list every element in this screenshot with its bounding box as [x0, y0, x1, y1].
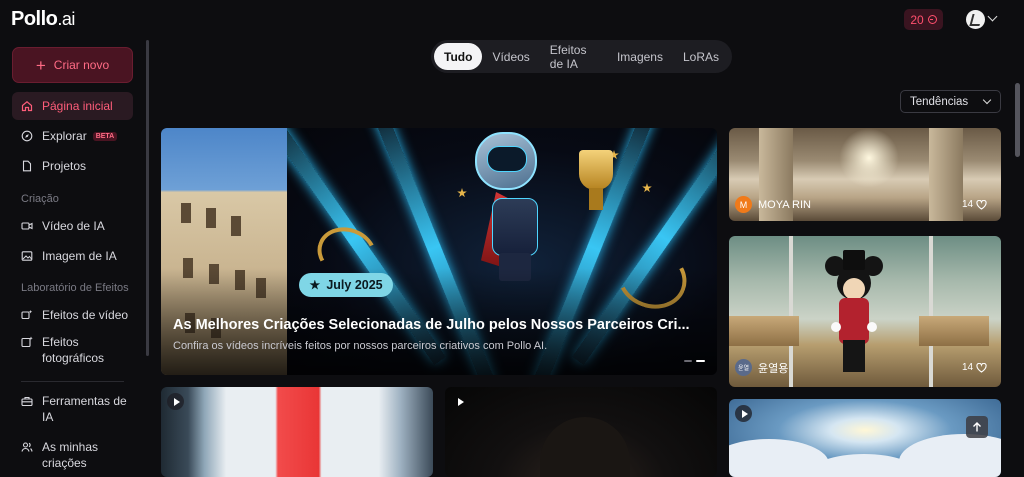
heart-icon [976, 362, 987, 373]
create-new-button[interactable]: + Criar novo [12, 47, 133, 83]
play-icon [735, 405, 752, 422]
sidebar-item-label: As minhas criações [42, 440, 99, 470]
sidebar-item-projects[interactable]: Projetos [12, 152, 133, 180]
star-icon [309, 279, 321, 290]
app-root: Pollo.ai 20 + Criar novo Página inicial … [0, 0, 1024, 477]
sidebar-divider [21, 381, 124, 382]
tab-loras[interactable]: LoRAs [673, 43, 729, 70]
hero-title[interactable]: As Melhores Criações Selecionadas de Jul… [173, 317, 709, 333]
toolbox-icon [21, 395, 33, 407]
feed-card[interactable] [161, 387, 433, 477]
content-type-tabs: Tudo Vídeos Efeitos de IA Imagens LoRAs [431, 40, 732, 73]
author-avatar: 윤열 [735, 359, 752, 376]
sort-dropdown[interactable]: Tendências [900, 90, 1001, 113]
sidebar-item-label: Efeitos fotográficos [42, 335, 105, 365]
arrow-up-icon [973, 422, 981, 432]
section-label-creation: Criação [21, 193, 59, 205]
sidebar-item-label: Imagem de IA [42, 249, 117, 263]
sidebar-scrollbar[interactable] [146, 40, 149, 356]
sort-dropdown-label: Tendências [910, 95, 969, 108]
video-camera-icon [21, 220, 33, 232]
sidebar-item-home[interactable]: Página inicial [12, 92, 133, 120]
card-author[interactable]: 윤열 윤열용 [735, 359, 788, 376]
play-icon [167, 393, 184, 410]
tab-images[interactable]: Imagens [607, 43, 673, 70]
sidebar-item-ai-video[interactable]: Vídeo de IA [12, 212, 133, 240]
feed-card[interactable] [445, 387, 717, 477]
tab-all[interactable]: Tudo [434, 43, 483, 70]
chevron-down-icon [982, 95, 992, 105]
sidebar-item-label: Ferramentas de IA [42, 394, 127, 424]
carousel-indicator[interactable] [684, 360, 706, 363]
credits-count: 20 [910, 12, 924, 27]
file-icon [21, 160, 33, 172]
section-label-effects-lab: Laboratório de Efeitos [21, 282, 129, 294]
sidebar-item-label: Projetos [42, 159, 87, 173]
sidebar-item-video-effects[interactable]: Efeitos de vídeo [12, 301, 133, 329]
credits-button[interactable]: 20 [904, 9, 943, 30]
like-button[interactable]: 14 [962, 362, 987, 373]
sidebar-item-photo-effects[interactable]: Efeitos fotográficos [12, 331, 133, 369]
main-scrollbar[interactable] [1015, 83, 1020, 157]
hero-date-label: July 2025 [326, 278, 383, 292]
hero-banner[interactable] [161, 128, 717, 375]
hero-subtitle: Confira os vídeos incríveis feitos por n… [173, 340, 548, 352]
beta-badge: BETA [92, 131, 118, 141]
feed-card[interactable]: M MOYA RIN 14 [729, 128, 1001, 221]
sidebar-item-label: Efeitos de vídeo [42, 308, 129, 322]
tab-videos[interactable]: Vídeos [482, 43, 539, 70]
feed-card[interactable] [729, 399, 1001, 477]
sidebar: + Criar novo Página inicial Explorar BET… [0, 40, 150, 477]
logo-text: Pollo [11, 8, 58, 30]
scroll-to-top-button[interactable] [966, 416, 988, 438]
coin-icon [927, 15, 937, 24]
like-button[interactable]: 14 [962, 199, 987, 210]
sidebar-item-label: Vídeo de IA [42, 219, 105, 233]
chevron-down-icon[interactable] [987, 11, 998, 22]
card-author[interactable]: M MOYA RIN [735, 196, 811, 213]
heart-icon [976, 199, 987, 210]
sidebar-item-explore[interactable]: Explorar BETA [12, 122, 133, 150]
sparkle-image-icon [21, 336, 33, 348]
feed-card[interactable]: 윤열 윤열용 14 [729, 236, 1001, 387]
author-name: MOYA RIN [758, 198, 811, 211]
sidebar-item-label: Página inicial [42, 99, 113, 113]
user-avatar[interactable] [966, 10, 985, 29]
sidebar-item-my-creations[interactable]: As minhas criações [12, 436, 133, 474]
author-avatar: M [735, 196, 752, 213]
create-new-label: Criar novo [53, 58, 110, 72]
sidebar-item-ai-tools[interactable]: Ferramentas de IA [12, 390, 133, 428]
author-name: 윤열용 [758, 362, 789, 375]
users-icon [21, 441, 33, 453]
logo-suffix: .ai [57, 9, 75, 29]
plus-icon: + [35, 55, 46, 75]
sidebar-item-label: Explorar [42, 129, 87, 143]
like-count: 14 [962, 362, 974, 373]
image-icon [21, 250, 33, 262]
logo[interactable]: Pollo.ai [11, 8, 75, 31]
home-icon [21, 100, 33, 112]
sparkle-video-icon [21, 309, 33, 321]
sidebar-item-ai-image[interactable]: Imagem de IA [12, 242, 133, 270]
play-icon [451, 393, 468, 410]
compass-icon [21, 130, 33, 142]
like-count: 14 [962, 199, 974, 210]
tab-ai-effects[interactable]: Efeitos de IA [540, 43, 607, 71]
hero-date-badge: July 2025 [299, 273, 393, 297]
